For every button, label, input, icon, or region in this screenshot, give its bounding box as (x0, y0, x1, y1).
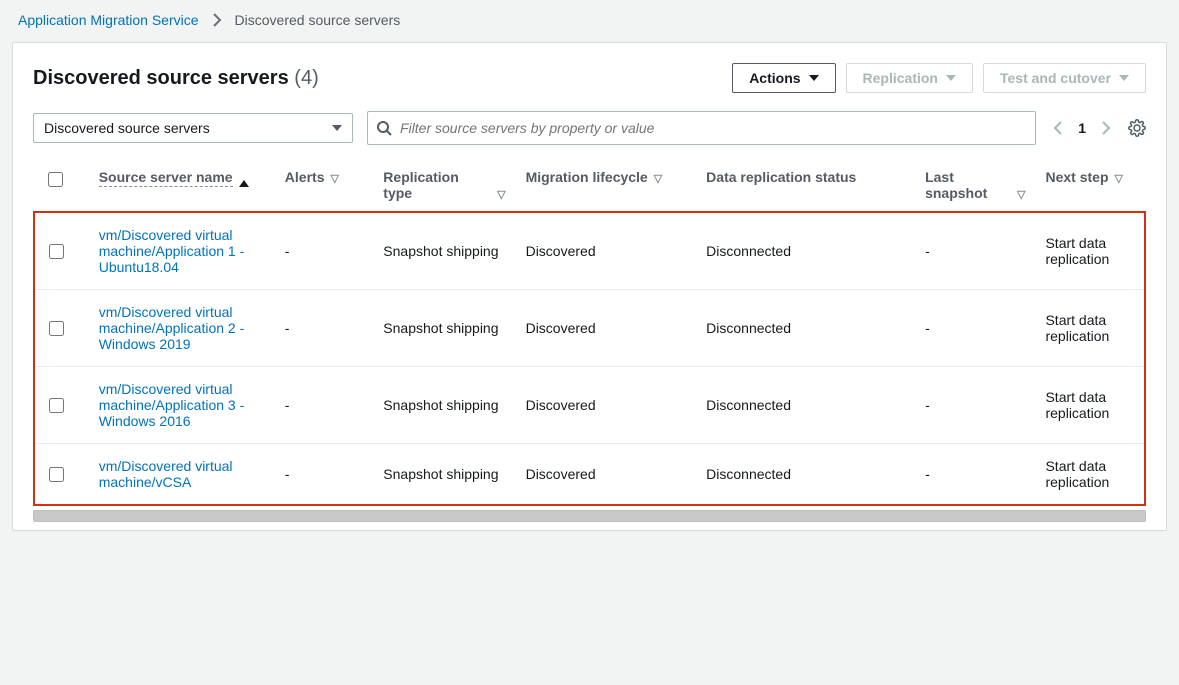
cell-next-step: Start data replication (1035, 212, 1145, 290)
cell-lifecycle: Discovered (516, 290, 697, 367)
cell-alerts: - (275, 290, 374, 367)
cell-repl-type: Snapshot shipping (373, 444, 515, 506)
filter-row: Discovered source servers 1 (33, 111, 1146, 145)
cell-last-snapshot: - (915, 212, 1035, 290)
panel-header: Discovered source servers (4) Actions Re… (33, 63, 1146, 93)
col-repl-type-label: Replication type (383, 169, 491, 201)
cell-alerts: - (275, 367, 374, 444)
cell-lifecycle: Discovered (516, 367, 697, 444)
header-actions: Actions Replication Test and cutover (732, 63, 1146, 93)
cell-repl-status: Disconnected (696, 212, 915, 290)
title-count: (4) (294, 67, 318, 89)
cell-repl-status: Disconnected (696, 290, 915, 367)
table-header-row: Source server name Alerts ▽ Replication t… (34, 159, 1145, 212)
sort-caret-icon: ▽ (497, 188, 505, 201)
cell-last-snapshot: - (915, 367, 1035, 444)
actions-button[interactable]: Actions (732, 63, 835, 93)
table-row: vm/Discovered virtual machine/Applicatio… (34, 212, 1145, 290)
page-title: Discovered source servers (4) (33, 67, 319, 90)
cell-last-snapshot: - (915, 290, 1035, 367)
caret-down-icon (332, 125, 342, 131)
col-repl-type[interactable]: Replication type ▽ (373, 159, 515, 212)
cell-next-step: Start data replication (1035, 290, 1145, 367)
horizontal-scrollbar[interactable] (33, 510, 1146, 522)
sort-caret-icon: ▽ (1115, 172, 1123, 185)
col-lifecycle[interactable]: Migration lifecycle ▽ (516, 159, 697, 212)
cell-repl-status: Disconnected (696, 367, 915, 444)
server-name-link[interactable]: vm/Discovered virtual machine/Applicatio… (99, 381, 245, 429)
page-number: 1 (1078, 120, 1086, 136)
cell-next-step: Start data replication (1035, 367, 1145, 444)
col-lifecycle-label: Migration lifecycle (526, 169, 648, 185)
servers-panel: Discovered source servers (4) Actions Re… (12, 42, 1167, 531)
cell-next-step: Start data replication (1035, 444, 1145, 506)
caret-down-icon (809, 75, 819, 81)
title-text: Discovered source servers (33, 67, 289, 89)
breadcrumb-current: Discovered source servers (235, 12, 401, 28)
cell-repl-type: Snapshot shipping (373, 290, 515, 367)
row-checkbox[interactable] (49, 398, 64, 413)
replication-button[interactable]: Replication (846, 63, 973, 93)
row-checkbox[interactable] (49, 321, 64, 336)
table-row: vm/Discovered virtual machine/vCSA - Sna… (34, 444, 1145, 506)
cell-lifecycle: Discovered (516, 212, 697, 290)
chevron-right-icon (209, 12, 225, 28)
actions-button-label: Actions (749, 70, 800, 86)
sort-caret-icon: ▽ (1017, 188, 1025, 201)
test-cutover-button-label: Test and cutover (1000, 70, 1111, 86)
settings-button[interactable] (1128, 119, 1146, 137)
col-repl-status-label: Data replication status (706, 169, 856, 185)
col-next-step[interactable]: Next step ▽ (1035, 159, 1145, 212)
page-prev-button[interactable] (1050, 120, 1066, 136)
caret-down-icon (1119, 75, 1129, 81)
col-last-snapshot-label: Last snapshot (925, 169, 1011, 201)
table-row: vm/Discovered virtual machine/Applicatio… (34, 367, 1145, 444)
server-name-link[interactable]: vm/Discovered virtual machine/Applicatio… (99, 227, 245, 275)
servers-table: Source server name Alerts ▽ Replication t… (33, 159, 1146, 506)
cell-repl-type: Snapshot shipping (373, 367, 515, 444)
col-select-all (34, 159, 89, 212)
cell-repl-type: Snapshot shipping (373, 212, 515, 290)
col-next-step-label: Next step (1045, 169, 1108, 185)
pager: 1 (1050, 120, 1114, 136)
select-all-checkbox[interactable] (48, 172, 63, 187)
table-row: vm/Discovered virtual machine/Applicatio… (34, 290, 1145, 367)
search-icon (376, 120, 392, 136)
cell-repl-status: Disconnected (696, 444, 915, 506)
row-checkbox[interactable] (49, 244, 64, 259)
col-name-label: Source server name (99, 169, 233, 187)
sort-caret-icon: ▽ (654, 172, 662, 185)
row-checkbox[interactable] (49, 467, 64, 482)
cell-lifecycle: Discovered (516, 444, 697, 506)
breadcrumb-root-link[interactable]: Application Migration Service (18, 12, 199, 28)
cell-alerts: - (275, 212, 374, 290)
server-name-link[interactable]: vm/Discovered virtual machine/vCSA (99, 458, 233, 490)
search-box[interactable] (367, 111, 1036, 145)
sort-caret-icon: ▽ (330, 172, 338, 185)
replication-button-label: Replication (863, 70, 938, 86)
test-cutover-button[interactable]: Test and cutover (983, 63, 1146, 93)
caret-down-icon (946, 75, 956, 81)
cell-alerts: - (275, 444, 374, 506)
table-body: vm/Discovered virtual machine/Applicatio… (34, 212, 1145, 505)
sort-asc-icon (239, 180, 249, 187)
view-select-label: Discovered source servers (44, 120, 210, 136)
server-name-link[interactable]: vm/Discovered virtual machine/Applicatio… (99, 304, 245, 352)
col-repl-status[interactable]: Data replication status (696, 159, 915, 212)
page-next-button[interactable] (1098, 120, 1114, 136)
view-select[interactable]: Discovered source servers (33, 113, 353, 143)
cell-last-snapshot: - (915, 444, 1035, 506)
breadcrumb: Application Migration Service Discovered… (12, 8, 1167, 42)
col-alerts[interactable]: Alerts ▽ (275, 159, 374, 212)
search-input[interactable] (400, 116, 1027, 140)
col-alerts-label: Alerts (285, 169, 325, 185)
col-name[interactable]: Source server name (89, 159, 275, 212)
col-last-snapshot[interactable]: Last snapshot ▽ (915, 159, 1035, 212)
